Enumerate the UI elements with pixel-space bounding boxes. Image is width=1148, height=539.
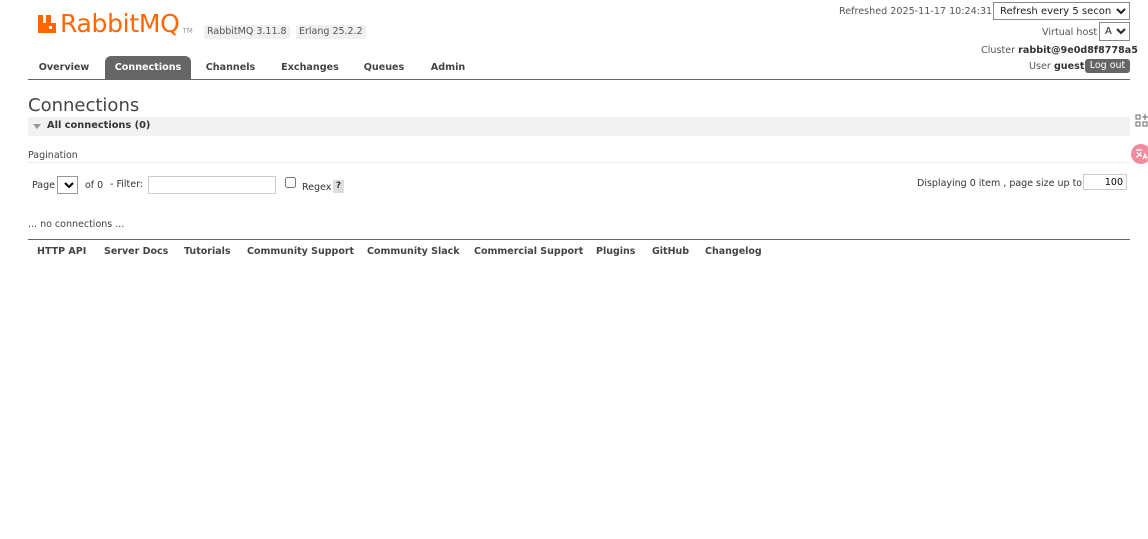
- footer-link-changelog[interactable]: Changelog: [705, 246, 762, 257]
- page-select[interactable]: [57, 176, 78, 194]
- collapse-triangle-icon: [33, 124, 41, 129]
- displaying-count: Displaying 0 item , page size up to:: [917, 178, 1086, 189]
- page-size-input[interactable]: [1083, 174, 1127, 190]
- cluster-name: rabbit@9e0d8f8778a5: [1018, 45, 1138, 56]
- empty-message: ... no connections ...: [28, 219, 125, 230]
- rabbitmq-logo[interactable]: RabbitMQ TM: [36, 10, 193, 40]
- rabbitmq-logo-icon: [38, 15, 56, 33]
- footer-divider: [28, 239, 1130, 240]
- page-title: Connections: [28, 95, 140, 116]
- cluster-info: Cluster rabbit@9e0d8f8778a5: [981, 45, 1138, 56]
- regex-checkbox[interactable]: [285, 177, 296, 188]
- page-label: Page: [32, 180, 55, 191]
- footer-link-server-docs[interactable]: Server Docs: [104, 246, 168, 257]
- tab-connections[interactable]: Connections: [105, 56, 191, 79]
- tab-queues[interactable]: Queues: [354, 56, 414, 79]
- translate-glyph-icon: [1135, 149, 1148, 160]
- grid-icon[interactable]: [1134, 113, 1148, 129]
- pagination-divider: [28, 162, 1130, 163]
- translate-icon[interactable]: [1131, 144, 1148, 164]
- footer-link-commercial-support[interactable]: Commercial Support: [474, 246, 583, 257]
- tab-channels[interactable]: Channels: [196, 56, 265, 79]
- logo-trademark: TM: [182, 27, 193, 35]
- virtual-host-label: Virtual host: [1042, 27, 1098, 38]
- cluster-label: Cluster: [981, 45, 1016, 56]
- rabbitmq-version-badge: RabbitMQ 3.11.8: [204, 25, 290, 39]
- main-nav-tabs: Overview Connections Channels Exchanges …: [28, 56, 1130, 80]
- all-connections-section-toggle[interactable]: All connections (0): [28, 117, 1130, 136]
- pagination-label: Pagination: [28, 150, 78, 161]
- refreshed-timestamp: Refreshed 2025-11-17 10:24:31: [839, 6, 993, 17]
- footer-link-tutorials[interactable]: Tutorials: [184, 246, 231, 257]
- regex-label: Regex: [302, 182, 332, 193]
- footer-link-plugins[interactable]: Plugins: [596, 246, 635, 257]
- virtual-host-select[interactable]: All: [1099, 22, 1130, 41]
- page-count: of 0: [85, 180, 104, 191]
- footer-link-community-support[interactable]: Community Support: [247, 246, 354, 257]
- filter-label: - Filter:: [110, 179, 144, 190]
- regex-help-button[interactable]: ?: [333, 180, 344, 193]
- footer-link-github[interactable]: GitHub: [652, 246, 689, 257]
- filter-input[interactable]: [148, 176, 276, 194]
- tab-exchanges[interactable]: Exchanges: [272, 56, 348, 79]
- refresh-interval-select[interactable]: Refresh every 5 seconds: [993, 2, 1130, 20]
- footer-link-community-slack[interactable]: Community Slack: [367, 246, 460, 257]
- logo-text: RabbitMQ: [60, 9, 180, 38]
- section-label: All connections (0): [47, 120, 151, 131]
- erlang-version-badge: Erlang 25.2.2: [296, 25, 366, 39]
- footer-link-http-api[interactable]: HTTP API: [37, 246, 86, 257]
- tab-admin[interactable]: Admin: [421, 56, 475, 79]
- tab-overview[interactable]: Overview: [28, 56, 100, 79]
